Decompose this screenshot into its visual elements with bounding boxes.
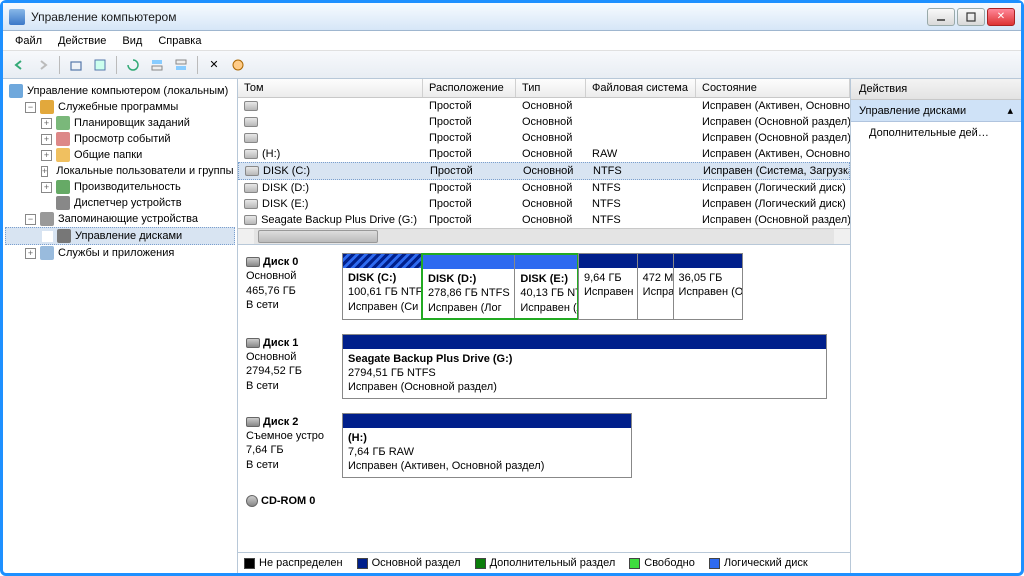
- disk-info: Диск 0 Основной 465,76 ГБ В сети: [246, 253, 336, 320]
- menu-help[interactable]: Справка: [152, 33, 207, 49]
- tree-task-scheduler[interactable]: +Планировщик заданий: [5, 115, 235, 131]
- app-icon: [9, 9, 25, 25]
- disk-info: Диск 2 Съемное устро 7,64 ГБ В сети: [246, 413, 336, 478]
- tree-local-users[interactable]: +Локальные пользователи и группы: [5, 163, 235, 179]
- tree-storage[interactable]: −Запоминающие устройства: [5, 211, 235, 227]
- legend: Не распределен Основной раздел Дополните…: [238, 552, 850, 573]
- legend-extended: Дополнительный раздел: [490, 557, 616, 569]
- partition-h[interactable]: (H:)7,64 ГБ RAWИсправен (Активен, Основн…: [343, 414, 631, 477]
- nav-tree[interactable]: Управление компьютером (локальным) −Служ…: [3, 79, 238, 573]
- partition-unlabeled-2[interactable]: 472 МИспра: [638, 254, 674, 319]
- volume-header-row: Том Расположение Тип Файловая система Со…: [238, 79, 850, 98]
- volume-icon: [244, 199, 258, 209]
- help-button[interactable]: [228, 55, 248, 75]
- volume-row[interactable]: ПростойОсновнойИсправен (Активен, Основн…: [238, 98, 850, 114]
- legend-unallocated: Не распределен: [259, 557, 343, 569]
- disk-info: CD-ROM 0: [246, 492, 336, 508]
- window-title: Управление компьютером: [31, 10, 927, 24]
- collapse-icon[interactable]: ▴: [1007, 104, 1013, 117]
- col-type[interactable]: Тип: [516, 79, 586, 97]
- partition-unlabeled-3[interactable]: 36,05 ГБИсправен (О: [674, 254, 742, 319]
- col-layout[interactable]: Расположение: [423, 79, 516, 97]
- volume-icon: [244, 183, 258, 193]
- refresh-button[interactable]: [123, 55, 143, 75]
- maximize-button[interactable]: [957, 8, 985, 26]
- volume-icon: [244, 101, 258, 111]
- tree-performance[interactable]: +Производительность: [5, 179, 235, 195]
- tree-disk-management[interactable]: Управление дисками: [5, 227, 235, 245]
- volume-icon: [245, 166, 259, 176]
- disk-row-2[interactable]: Диск 2 Съемное устро 7,64 ГБ В сети (H:)…: [246, 413, 842, 478]
- partition-unlabeled-1[interactable]: 9,64 ГБИсправен: [579, 254, 638, 319]
- actions-header: Действия: [851, 79, 1021, 100]
- menubar: Файл Действие Вид Справка: [3, 31, 1021, 51]
- tree-system-tools[interactable]: −Служебные программы: [5, 99, 235, 115]
- tree-event-viewer[interactable]: +Просмотр событий: [5, 131, 235, 147]
- col-filesystem[interactable]: Файловая система: [586, 79, 696, 97]
- forward-button[interactable]: [33, 55, 53, 75]
- view-bottom-button[interactable]: [171, 55, 191, 75]
- tree-device-manager[interactable]: Диспетчер устройств: [5, 195, 235, 211]
- partition-c[interactable]: DISK (C:)100,61 ГБ NTFSИсправен (Си: [343, 254, 421, 319]
- disk-row-1[interactable]: Диск 1 Основной 2794,52 ГБ В сети Seagat…: [246, 334, 842, 399]
- up-button[interactable]: [66, 55, 86, 75]
- volume-row[interactable]: ПростойОсновнойИсправен (Основной раздел…: [238, 130, 850, 146]
- partition-g[interactable]: Seagate Backup Plus Drive (G:)2794,51 ГБ…: [343, 335, 826, 398]
- partition-e[interactable]: DISK (E:)40,13 ГБ NTFИсправен (Л: [515, 255, 577, 318]
- view-top-button[interactable]: [147, 55, 167, 75]
- toolbar: ✕: [3, 51, 1021, 79]
- disk-icon: [246, 417, 260, 427]
- cdrom-icon: [246, 495, 258, 507]
- delete-button[interactable]: ✕: [204, 55, 224, 75]
- disk-icon: [246, 338, 260, 348]
- legend-logical: Логический диск: [724, 557, 808, 569]
- menu-view[interactable]: Вид: [116, 33, 148, 49]
- disk-info: Диск 1 Основной 2794,52 ГБ В сети: [246, 334, 336, 399]
- volume-icon: [244, 133, 258, 143]
- tree-shared-folders[interactable]: +Общие папки: [5, 147, 235, 163]
- tree-services-apps[interactable]: +Службы и приложения: [5, 245, 235, 261]
- actions-section[interactable]: Управление дисками ▴: [851, 100, 1021, 122]
- properties-button[interactable]: [90, 55, 110, 75]
- disk-row-cdrom[interactable]: CD-ROM 0: [246, 492, 842, 508]
- close-button[interactable]: ✕: [987, 8, 1015, 26]
- titlebar: Управление компьютером ✕: [3, 3, 1021, 31]
- legend-primary: Основной раздел: [372, 557, 461, 569]
- back-button[interactable]: [9, 55, 29, 75]
- tree-root[interactable]: Управление компьютером (локальным): [5, 83, 235, 99]
- volume-icon: [244, 117, 258, 127]
- actions-pane: Действия Управление дисками ▴ Дополнител…: [851, 79, 1021, 573]
- disk-graphical-view[interactable]: Диск 0 Основной 465,76 ГБ В сети DISK (C…: [238, 245, 850, 552]
- minimize-button[interactable]: [927, 8, 955, 26]
- partition-d[interactable]: DISK (D:)278,86 ГБ NTFSИсправен (Лог: [423, 255, 515, 318]
- volume-row[interactable]: ПростойОсновнойИсправен (Основной раздел…: [238, 114, 850, 130]
- menu-action[interactable]: Действие: [52, 33, 112, 49]
- legend-free: Свободно: [644, 557, 695, 569]
- volume-row[interactable]: Seagate Backup Plus Drive (G:)ПростойОсн…: [238, 212, 850, 228]
- volume-row[interactable]: DISK (C:)ПростойОсновнойNTFSИсправен (Си…: [238, 162, 850, 180]
- col-volume[interactable]: Том: [238, 79, 423, 97]
- volume-list[interactable]: Том Расположение Тип Файловая система Со…: [238, 79, 850, 245]
- horizontal-scrollbar[interactable]: [238, 228, 850, 244]
- disk-row-0[interactable]: Диск 0 Основной 465,76 ГБ В сети DISK (C…: [246, 253, 842, 320]
- volume-icon: [244, 149, 258, 159]
- volume-icon: [244, 215, 257, 225]
- col-status[interactable]: Состояние: [696, 79, 850, 97]
- volume-row[interactable]: DISK (D:)ПростойОсновнойNTFSИсправен (Ло…: [238, 180, 850, 196]
- disk-icon: [246, 257, 260, 267]
- volume-row[interactable]: (H:)ПростойОсновнойRAWИсправен (Активен,…: [238, 146, 850, 162]
- menu-file[interactable]: Файл: [9, 33, 48, 49]
- actions-more[interactable]: Дополнительные дей…: [851, 122, 1021, 144]
- volume-row[interactable]: DISK (E:)ПростойОсновнойNTFSИсправен (Ло…: [238, 196, 850, 212]
